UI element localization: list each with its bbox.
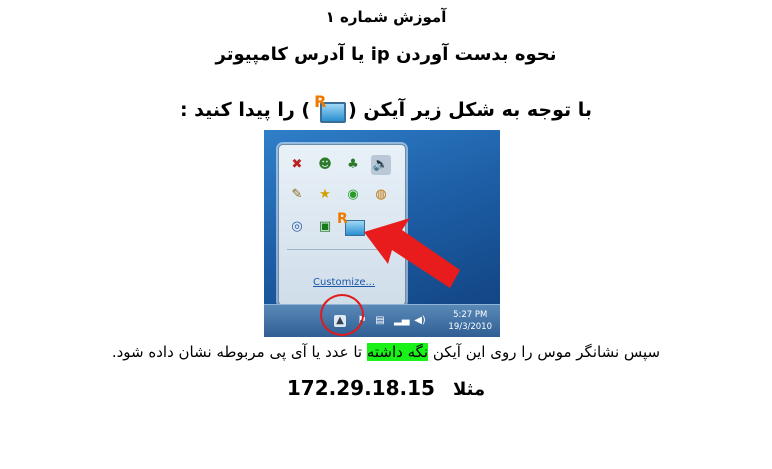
windows-taskbar: ▲ ⚑ ▤ ▂▄ ◀) 5:27 PM 19/3/2010 <box>264 304 500 337</box>
page-heading: آموزش شماره ۱ <box>325 8 447 26</box>
volume-icon: ◀) <box>414 315 426 326</box>
clock-time: 5:27 PM <box>453 310 488 320</box>
taskbar-clock: 5:27 PM 19/3/2010 <box>448 309 492 333</box>
clock-date: 19/3/2010 <box>448 322 492 332</box>
device-icon: ▤ <box>375 315 385 326</box>
highlighted-phrase: نگه داشته <box>366 343 429 361</box>
page-subtitle: نحوه بدست آوردن ip یا آدرس کامپیوتر <box>215 44 557 65</box>
description-text-before: سپس نشانگر موس را روی این آیکن <box>428 343 661 361</box>
highlight-circle <box>320 294 364 336</box>
example-ip: 172.29.18.15 <box>286 376 435 400</box>
instruction-text-before: با توجه به شکل زیر آیکن ( <box>348 99 593 121</box>
instruction-text-after: ) را پیدا کنید : <box>179 99 311 121</box>
instruction-line: با توجه به شکل زیر آیکن (R) را پیدا کنید… <box>0 92 772 123</box>
description-text-after: تا عدد یا آی پی مربوطه نشان داده شود. <box>111 343 367 361</box>
description-line: سپس نشانگر موس را روی این آیکن نگه داشته… <box>0 343 772 361</box>
example-label: مثلا <box>452 379 486 400</box>
remote-network-icon: R <box>314 92 347 123</box>
example-line: 172.29.18.15 مثلا <box>0 376 772 400</box>
network-signal-icon: ▂▄ <box>394 315 410 326</box>
tray-screenshot: ✖ ☻ ♣ 🔈 ✎ ★ ◉ ◍ ◎ ▣ R Customize... ▲ ⚑ ▤… <box>264 130 500 337</box>
